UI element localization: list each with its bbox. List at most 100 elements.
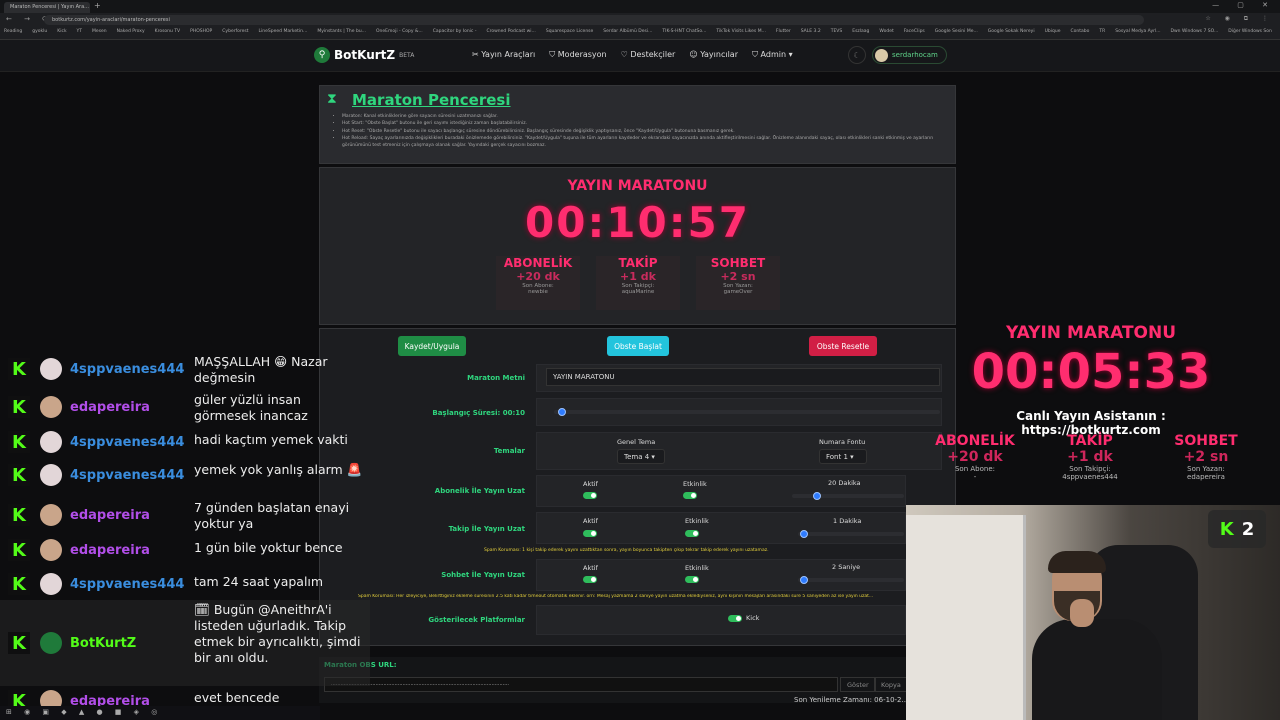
follow-active-toggle[interactable]	[583, 530, 597, 537]
start-duration-slider-handle[interactable]	[557, 408, 566, 416]
bookmark-item[interactable]: Serdar Albümü Desi...	[603, 29, 652, 37]
preview-follow-value: +1 dk	[620, 270, 656, 283]
sub-active-toggle[interactable]	[583, 492, 597, 499]
info-item: Maraton: Kanal etkinliklerine göre sayac…	[342, 113, 946, 120]
bookmark-item[interactable]: YT	[77, 29, 83, 37]
follow-slider-handle[interactable]	[799, 530, 808, 538]
bookmark-item[interactable]: TR	[1099, 29, 1105, 37]
chat-username[interactable]: BotKurtZ	[70, 636, 136, 651]
obs-reset-button[interactable]: Obste Resetle	[809, 336, 877, 356]
user-menu[interactable]: serdarhocam	[872, 46, 947, 64]
bookmark-item[interactable]: Krosonu TV	[155, 29, 181, 37]
chat-username[interactable]: 4sppvaenes444	[70, 468, 184, 483]
start-duration-slider[interactable]	[554, 410, 940, 414]
chat-event-label: Etkinlik	[685, 564, 709, 572]
info-list: Maraton: Kanal etkinliklerine göre sayac…	[336, 113, 946, 149]
menu-moderasyon[interactable]: ⛉ Moderasyon	[549, 50, 606, 60]
chat-active-toggle[interactable]	[583, 576, 597, 583]
bookmark-item[interactable]: Ubique	[1045, 29, 1061, 37]
chat-username[interactable]: 4sppvaenes444	[70, 577, 184, 592]
menu-yayincilar[interactable]: ☺ Yayıncılar	[689, 50, 738, 60]
chat-message: K 4sppvaenes444 MAŞŞALLAH 😁 Nazar değmesin	[0, 352, 370, 386]
bookmark-item[interactable]: TikTok Visits Likes M...	[716, 29, 766, 37]
bookmark-item[interactable]: OneEmoji - Copy &...	[376, 29, 423, 37]
menu-destekciler[interactable]: ♡ Destekçiler	[621, 50, 676, 60]
overlay-follow-label: Son Takipçi:	[1069, 465, 1111, 473]
chat-username[interactable]: 4sppvaenes444	[70, 362, 184, 377]
overlay-chat-value: +2 sn	[1183, 449, 1229, 465]
site-logo[interactable]: ⚲ BotKurtZ BETA	[314, 47, 414, 63]
general-theme-select[interactable]: Tema 4 ▾	[617, 449, 665, 464]
address-bar[interactable]: botkurtz.com/yayin-araclari/maraton-penc…	[44, 15, 1144, 25]
bookmark-item[interactable]: TEVS	[831, 29, 843, 37]
follow-event-toggle[interactable]	[685, 530, 699, 537]
chat-username[interactable]: edapereira	[70, 400, 150, 415]
bookmark-item[interactable]: Sosyal Medya Ayrl...	[1115, 29, 1160, 37]
overlay-chat-col: SOHBET +2 sn Son Yazan: edapereira	[1163, 433, 1249, 481]
avatar	[40, 396, 62, 418]
overlay-sub-name: -	[973, 473, 977, 481]
sub-slider-handle[interactable]	[812, 492, 821, 500]
sub-event-toggle[interactable]	[683, 492, 697, 499]
kick-platform-toggle[interactable]	[728, 615, 742, 622]
marathon-text-input[interactable]: YAYIN MARATONU	[546, 368, 940, 386]
chat-slider-handle[interactable]	[799, 576, 808, 584]
bookmark-item[interactable]: Google Sokak Nereyi	[988, 29, 1035, 37]
bookmark-item[interactable]: Wodet	[879, 29, 893, 37]
chat-slider[interactable]	[798, 578, 904, 582]
save-apply-button[interactable]: Kaydet/Uygula	[398, 336, 466, 356]
wolf-logo-icon: ⚲	[314, 47, 330, 63]
extensions-icons[interactable]: ☆ ◉ ⧉ ⋮	[1205, 15, 1274, 23]
chat-username[interactable]: edapereira	[70, 508, 150, 523]
obs-start-button[interactable]: Obste Başlat	[607, 336, 669, 356]
bookmark-item[interactable]: Google Sesini Me...	[935, 29, 978, 37]
bookmark-item[interactable]: Kick	[57, 29, 66, 37]
menu-admin[interactable]: ⛉ Admin ▾	[752, 50, 793, 60]
tab-bar: Maraton Penceresi | Yayın Ara... + — ▢ ✕	[0, 0, 1280, 13]
bookmark-item[interactable]: SALE 3.2	[801, 29, 821, 37]
bookmark-item[interactable]: TIK-S-HNT ChatSo...	[662, 29, 706, 37]
overlay-chat-name: edapereira	[1187, 473, 1225, 481]
sub-slider[interactable]	[792, 494, 904, 498]
theme-toggle-icon[interactable]: ☾	[848, 46, 866, 64]
bookmark-item[interactable]: Myinstants | The bu...	[317, 29, 366, 37]
bookmark-item[interactable]: Contabo	[1070, 29, 1089, 37]
chat-event-toggle[interactable]	[685, 576, 699, 583]
bookmark-item[interactable]: gyoklu	[32, 29, 47, 37]
logo-text: BotKurtZ	[334, 48, 396, 62]
bookmark-item[interactable]: PHOSHOP	[190, 29, 212, 37]
avatar	[40, 431, 62, 453]
chat-active-label: Aktif	[583, 564, 598, 572]
chat-username[interactable]: edapereira	[70, 543, 150, 558]
obs-copy-button[interactable]: Kopya	[874, 677, 908, 692]
bookmark-item[interactable]: FaceClips	[904, 29, 925, 37]
bookmark-item[interactable]: Reading	[4, 29, 22, 37]
user-area: ☾ serdarhocam	[848, 46, 947, 64]
bookmark-item[interactable]: LineSpeed Marketin...	[259, 29, 308, 37]
follow-event-label: Etkinlik	[685, 517, 709, 525]
chat-message: Kedapereira 7 günden başlatan enayi yoktu…	[0, 498, 370, 532]
overlay-sub-value: +20 dk	[947, 449, 1003, 465]
bookmark-item[interactable]: Eszlaag	[852, 29, 869, 37]
bookmark-item[interactable]: Flutter	[776, 29, 791, 37]
obs-url-input[interactable]: ········································…	[324, 677, 838, 692]
bookmark-item[interactable]: Mesen	[92, 29, 107, 37]
menu-label: Yayın Araçları	[481, 50, 536, 59]
number-font-select[interactable]: Font 1 ▾	[819, 449, 867, 464]
obs-show-button[interactable]: Göster	[840, 677, 876, 692]
window-controls[interactable]: — ▢ ✕	[1212, 1, 1276, 9]
general-theme-value: Tema 4	[624, 453, 650, 461]
bookmark-item[interactable]: Diğer Windows Son	[1228, 29, 1272, 37]
bookmark-item[interactable]: Crowned Podcast wi...	[486, 29, 535, 37]
chat-username[interactable]: 4sppvaenes444	[70, 435, 184, 450]
bookmark-item[interactable]: Capacitor by Ionic -	[433, 29, 477, 37]
new-tab-icon[interactable]: +	[94, 1, 101, 10]
bookmark-item[interactable]: Squarespace License	[546, 29, 593, 37]
follow-slider[interactable]	[798, 532, 904, 536]
bookmark-item[interactable]: Cyberforest	[222, 29, 248, 37]
webcam-person	[1032, 551, 1186, 720]
bookmark-item[interactable]: Naked Proxy	[117, 29, 145, 37]
menu-yayin-araclari[interactable]: ✂ Yayın Araçları	[472, 50, 535, 60]
bookmark-item[interactable]: Dwn Windows 7 SO...	[1171, 29, 1219, 37]
browser-tab[interactable]: Maraton Penceresi | Yayın Ara...	[4, 2, 90, 13]
